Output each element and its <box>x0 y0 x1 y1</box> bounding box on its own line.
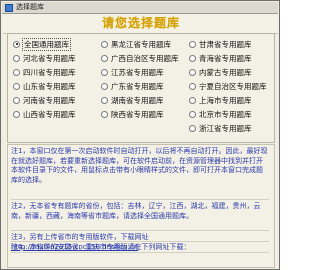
radio-label: 广西自治区专用题库 <box>111 53 179 63</box>
radio-icon[interactable] <box>13 96 20 104</box>
radio-option[interactable]: 山东省专用题库 <box>13 79 101 93</box>
divider <box>11 241 269 242</box>
empty-cell <box>101 121 189 135</box>
radio-icon[interactable] <box>13 110 20 118</box>
radio-icon[interactable] <box>189 96 196 104</box>
radio-option[interactable]: 宁夏自治区专用题库 <box>189 79 275 93</box>
notes-panel: 注1，本窗口仅在第一次启动软件时自动打开，以后将不再自动打开。因此，最好现在就选… <box>7 144 275 268</box>
radio-icon[interactable] <box>189 40 196 48</box>
note-2: 注2，无本省专有题库的省份，包括：吉林，辽宁，江西，湖北，福建，贵州，云南，新疆… <box>11 202 261 220</box>
empty-cell <box>13 121 101 135</box>
radio-icon[interactable] <box>101 110 108 118</box>
radio-label: 广东省专用题库 <box>111 81 164 91</box>
radio-icon[interactable] <box>101 54 108 62</box>
radio-option[interactable]: 黑龙江省专用题库 <box>101 37 189 51</box>
radio-label: 山西省专用题库 <box>23 109 76 119</box>
radio-icon[interactable] <box>101 68 108 76</box>
radio-icon[interactable] <box>101 40 108 48</box>
radio-option[interactable]: 四川省专用题库 <box>13 65 101 79</box>
radio-option[interactable]: 广西自治区专用题库 <box>101 51 189 65</box>
radio-icon[interactable] <box>189 68 196 76</box>
note-1: 注1，本窗口仅在第一次启动软件时自动打开，以后将不再自动打开。因此，最好现在就选… <box>11 147 268 184</box>
radio-label: 湖南省专用题库 <box>111 95 164 105</box>
radio-option[interactable]: 上海市专用题库 <box>189 93 275 107</box>
radio-label: 黑龙江省专用题库 <box>111 39 171 49</box>
page-title: 请您选择题库 <box>101 16 180 30</box>
radio-label: 陕西省专用题库 <box>111 109 164 119</box>
question-bank-options: 全国通用题库 黑龙江省专用题库 甘肃省专用题库河北省专用题库 广西自治区专用题库 青海省… <box>13 37 275 135</box>
radio-icon[interactable] <box>189 124 196 132</box>
radio-label: 山东省专用题库 <box>23 81 76 91</box>
divider <box>11 252 269 253</box>
divider <box>11 199 269 200</box>
radio-icon[interactable] <box>13 54 20 62</box>
radio-icon[interactable] <box>189 110 196 118</box>
app-icon <box>5 3 13 12</box>
radio-option[interactable]: 内蒙古专用题库 <box>189 65 275 79</box>
radio-label: 上海市专用题库 <box>199 95 252 105</box>
radio-label: 全国通用题库 <box>22 37 71 51</box>
radio-option[interactable]: 甘肃省专用题库 <box>189 37 275 51</box>
radio-option[interactable]: 山西省专用题库 <box>13 107 101 121</box>
radio-option[interactable]: 北京市专用题库 <box>189 107 275 121</box>
radio-icon[interactable] <box>189 54 196 62</box>
radio-option[interactable]: 江苏省专用题库 <box>101 65 189 79</box>
divider <box>11 230 269 231</box>
radio-option[interactable]: 湖南省专用题库 <box>101 93 189 107</box>
radio-label: 北京市专用题库 <box>199 109 252 119</box>
radio-label: 江苏省专用题库 <box>111 67 164 77</box>
radio-label: 宁夏自治区专用题库 <box>199 81 267 91</box>
window-title: 选择题库 <box>16 3 44 11</box>
radio-label: 甘肃省专用题库 <box>199 39 252 49</box>
radio-icon[interactable] <box>189 82 196 90</box>
radio-label: 青海省专用题库 <box>199 53 252 63</box>
radio-option[interactable]: 河北省专用题库 <box>13 51 101 65</box>
radio-label: 河南省专用题库 <box>23 95 76 105</box>
radio-option[interactable]: 青海省专用题库 <box>189 51 275 65</box>
radio-option[interactable]: 河南省专用题库 <box>13 93 101 107</box>
radio-label: 河北省专用题库 <box>23 53 76 63</box>
radio-label: 浙江省专用题库 <box>199 123 252 133</box>
radio-label: 四川省专用题库 <box>23 67 76 77</box>
radio-icon[interactable] <box>13 82 20 90</box>
note-3-text: 注3，另有上传省市的专用版软件，下载网址 <box>11 233 149 241</box>
radio-option[interactable]: 全国通用题库 <box>13 37 101 51</box>
radio-option[interactable]: 浙江省专用题库 <box>189 121 275 135</box>
dialog-window: 选择题库 请您选择题库 全国通用题库 黑龙江省专用题库 甘肃省专用题库河北省专用题库… <box>0 0 280 270</box>
radio-icon[interactable] <box>101 82 108 90</box>
title-bar[interactable]: 选择题库 <box>2 2 278 14</box>
radio-option[interactable]: 广东省专用题库 <box>101 79 189 93</box>
radio-checked-icon[interactable] <box>13 40 20 48</box>
radio-icon[interactable] <box>101 96 108 104</box>
radio-option[interactable]: 陕西省专用题库 <box>101 107 189 121</box>
radio-label: 内蒙古专用题库 <box>199 67 252 77</box>
radio-icon[interactable] <box>13 68 20 76</box>
